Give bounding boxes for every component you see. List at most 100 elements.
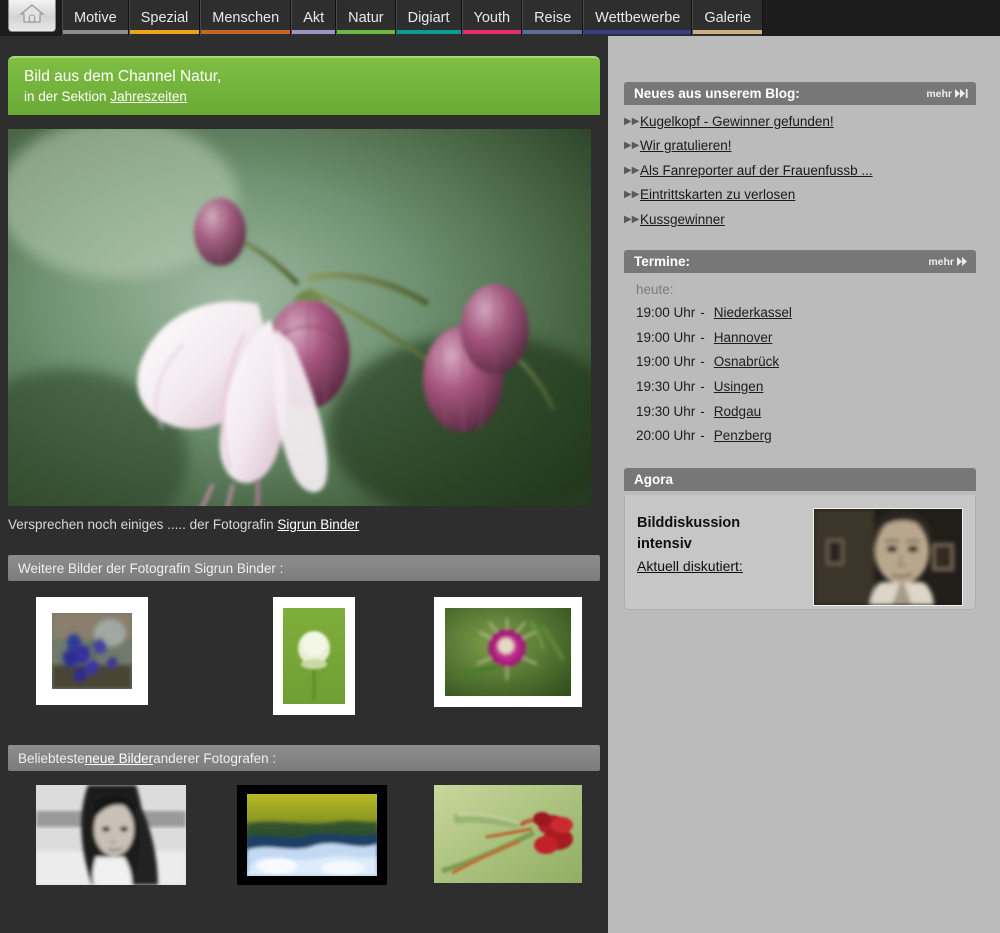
nav-underline-5 — [396, 30, 461, 34]
list-bullet-icon: ▶▶ — [624, 115, 640, 127]
home-icon — [19, 2, 45, 29]
thumbnail-waterfall[interactable] — [237, 785, 387, 885]
nav-item-youth[interactable]: Youth — [461, 0, 523, 36]
termine-separator: - — [700, 354, 705, 370]
termine-time: 19:30 Uhr — [636, 403, 696, 419]
nav-underline-3 — [292, 30, 336, 34]
photographer-link[interactable]: Sigrun Binder — [277, 517, 359, 532]
thumbnail-red-flower[interactable] — [434, 785, 582, 883]
nav-item-reise[interactable]: Reise — [522, 0, 584, 36]
blog-item[interactable]: ▶▶ Kussgewinner — [624, 207, 976, 232]
termine-list: heute: 19:00 Uhr - Niederkassel 19:00 Uh… — [624, 273, 976, 448]
blog-item[interactable]: ▶▶ Wir gratulieren! — [624, 134, 976, 159]
list-bullet-icon: ▶▶ — [624, 189, 640, 201]
termine-separator: - — [700, 329, 705, 345]
nav-item-akt[interactable]: Akt — [291, 0, 337, 36]
termine-entry[interactable]: 19:00 Uhr - Osnabrück — [624, 349, 976, 374]
termine-separator: - — [700, 378, 705, 394]
featured-photo[interactable] — [8, 129, 591, 506]
popular-suffix: anderer Fotografen : — [153, 750, 277, 766]
thumbnail-white-bud[interactable] — [273, 597, 355, 715]
nav-label: Spezial — [140, 10, 189, 26]
termine-separator: - — [700, 403, 705, 419]
nav-underline-0 — [63, 30, 128, 34]
termine-place-link[interactable]: Usingen — [714, 379, 764, 394]
termine-panel-title: Termine: — [634, 254, 691, 269]
termine-place-link[interactable]: Penzberg — [714, 428, 772, 443]
termine-entry[interactable]: 19:00 Uhr - Hannover — [624, 325, 976, 350]
nav-item-menschen[interactable]: Menschen — [200, 0, 292, 36]
caption-text: Versprechen noch einiges ..... der Fotog… — [8, 517, 278, 532]
top-navigation-bar: Motive Spezial Menschen Akt Natur Digiar… — [0, 0, 1000, 36]
home-button[interactable] — [8, 0, 56, 32]
nav-label: Akt — [303, 10, 325, 26]
agora-panel: Agora Bilddiskussion intensiv Aktuell di… — [624, 468, 976, 610]
agora-panel-header: Agora — [624, 468, 976, 491]
list-bullet-icon: ▶▶ — [624, 140, 640, 152]
termine-entry[interactable]: 20:00 Uhr - Penzberg — [624, 423, 976, 448]
nav-item-natur[interactable]: Natur — [336, 0, 396, 36]
termine-panel: Termine: mehr heute: 19:00 Uhr - Niederk… — [624, 250, 976, 448]
nav-item-motive[interactable]: Motive — [62, 0, 129, 36]
blog-more-button[interactable]: mehr — [926, 88, 968, 100]
channel-section-link[interactable]: Jahreszeiten — [110, 89, 187, 104]
nav-underline-6 — [462, 30, 522, 34]
termine-separator: - — [700, 304, 705, 320]
main-content-column: Bild aus dem Channel Natur, in der Sekti… — [0, 36, 608, 933]
termine-more-button[interactable]: mehr — [928, 256, 968, 268]
agora-portrait-photo-image — [814, 509, 962, 605]
thumbnail-thistle-image — [445, 608, 571, 696]
list-bullet-icon: ▶▶ — [624, 164, 640, 176]
channel-title: Bild aus dem Channel Natur, — [24, 68, 222, 85]
section-bar-popular-new: Beliebteste neue Bilder anderer Fotograf… — [8, 745, 600, 771]
nav-underline-8 — [584, 30, 692, 34]
list-bullet-icon: ▶▶ — [624, 213, 640, 225]
termine-place-link[interactable]: Hannover — [714, 330, 773, 345]
blog-panel: Neues aus unserem Blog: mehr ▶▶ Kugelkop… — [624, 82, 976, 232]
blog-item[interactable]: ▶▶ Kugelkopf - Gewinner gefunden! — [624, 109, 976, 134]
nav-label: Motive — [74, 10, 117, 26]
nav-label: Wettbewerbe — [595, 10, 681, 26]
blog-item[interactable]: ▶▶ Eintrittskarten zu verlosen — [624, 183, 976, 208]
agora-discussion-link[interactable]: Aktuell diskutiert: — [637, 558, 743, 574]
double-arrow-icon — [957, 257, 967, 266]
nav-item-galerie[interactable]: Galerie — [692, 0, 764, 36]
agora-portrait-photo[interactable] — [813, 508, 963, 606]
termine-time: 19:30 Uhr — [636, 378, 696, 394]
termine-time: 19:00 Uhr — [636, 304, 696, 320]
nav-item-spezial[interactable]: Spezial — [128, 0, 201, 36]
photographer-thumbnail-row — [8, 597, 600, 727]
termine-today-label: heute: — [636, 281, 674, 297]
thumbnail-thistle[interactable] — [434, 597, 582, 707]
nav-item-digiart[interactable]: Digiart — [395, 0, 462, 36]
popular-thumbnail-row — [8, 785, 600, 915]
termine-entry[interactable]: 19:30 Uhr - Rodgau — [624, 399, 976, 424]
blog-item[interactable]: ▶▶ Als Fanreporter auf der Frauenfussb .… — [624, 158, 976, 183]
blog-more-label: mehr — [926, 87, 952, 100]
termine-place-link[interactable]: Osnabrück — [714, 354, 779, 369]
popular-new-images-link[interactable]: neue Bilder — [85, 751, 153, 766]
termine-time: 20:00 Uhr — [636, 428, 696, 444]
termine-place-link[interactable]: Niederkassel — [714, 305, 792, 320]
blog-item-link[interactable]: Als Fanreporter auf der Frauenfussb ... — [640, 163, 873, 178]
channel-section-line: in der Sektion Jahreszeiten — [24, 87, 600, 106]
nav-label: Galerie — [704, 10, 752, 26]
blog-item-link[interactable]: Wir gratulieren! — [640, 138, 732, 153]
termine-entry[interactable]: 19:30 Uhr - Usingen — [624, 374, 976, 399]
blog-item-link[interactable]: Kussgewinner — [640, 212, 725, 227]
thumbnail-portrait-bw[interactable] — [36, 785, 186, 885]
termine-place-link[interactable]: Rodgau — [714, 404, 761, 419]
thumbnail-portrait-bw-image — [36, 785, 186, 885]
nav-underline-4 — [337, 30, 395, 34]
thumbnail-waterfall-image — [247, 794, 377, 876]
nav-item-wettbewerbe[interactable]: Wettbewerbe — [583, 0, 693, 36]
thumbnail-bluebells[interactable] — [36, 597, 148, 705]
blog-item-link[interactable]: Kugelkopf - Gewinner gefunden! — [640, 114, 834, 129]
termine-entry[interactable]: 19:00 Uhr - Niederkassel — [624, 300, 976, 325]
channel-section-prefix: in der Sektion — [24, 89, 111, 104]
popular-prefix: Beliebteste — [18, 750, 85, 766]
nav-label: Menschen — [212, 10, 280, 26]
section-bar-more-by-photographer: Weitere Bilder der Fotografin Sigrun Bin… — [8, 555, 600, 581]
nav-label: Digiart — [407, 10, 450, 26]
blog-item-link[interactable]: Eintrittskarten zu verlosen — [640, 187, 795, 202]
